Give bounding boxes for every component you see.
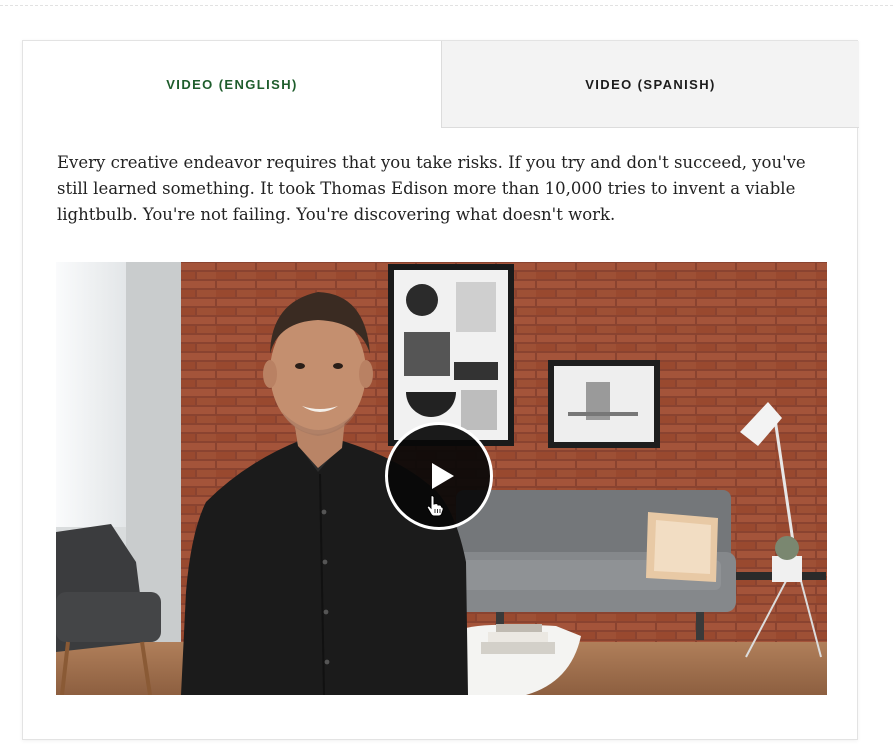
language-tabs: VIDEO (ENGLISH) VIDEO (SPANISH): [23, 41, 859, 128]
tab-video-spanish[interactable]: VIDEO (SPANISH): [441, 41, 859, 128]
video-card: VIDEO (ENGLISH) VIDEO (SPANISH) Every cr…: [22, 40, 859, 740]
video-player[interactable]: [56, 262, 827, 695]
tab-video-english[interactable]: VIDEO (ENGLISH): [23, 41, 441, 128]
top-divider: [0, 5, 893, 6]
hand-pointer-icon: [426, 495, 444, 517]
quote-text: Every creative endeavor requires that yo…: [57, 153, 806, 224]
